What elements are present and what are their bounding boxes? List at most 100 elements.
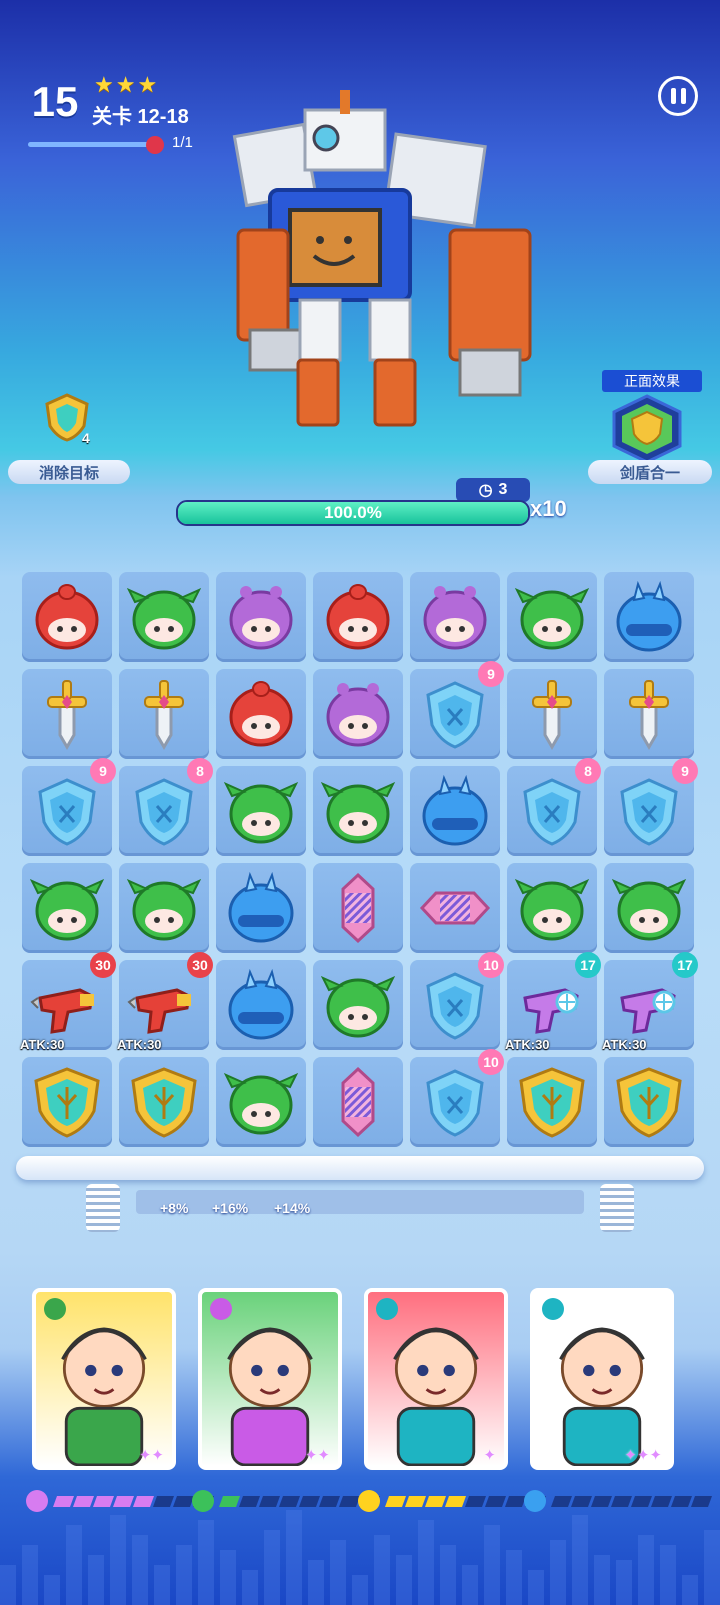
energy-segment [112, 1495, 135, 1507]
board-cell[interactable] [119, 669, 209, 759]
board-cell[interactable] [313, 960, 403, 1050]
tile-count-badge: 30 [90, 952, 116, 978]
turn-timer: ◷ 3 [456, 478, 530, 502]
board-cell[interactable] [410, 572, 500, 662]
energy-segment [590, 1495, 613, 1507]
equalizer-decoration [0, 1500, 720, 1605]
board-cell[interactable] [604, 1057, 694, 1147]
tile-count-badge: 10 [478, 1049, 504, 1075]
hero-energy-bar [524, 1490, 713, 1512]
board-cell[interactable] [604, 572, 694, 662]
hero-energy-bar [358, 1490, 547, 1512]
energy-segment [218, 1495, 241, 1507]
tile-count-badge: 8 [187, 758, 213, 784]
board-cell[interactable] [216, 669, 306, 759]
board-cell[interactable] [216, 863, 306, 953]
pause-button[interactable] [658, 76, 698, 116]
board-cell[interactable] [216, 766, 306, 856]
board-cell[interactable]: 8 [119, 758, 213, 856]
purple-tile-icon [423, 586, 487, 650]
sword-shield-effect-icon[interactable] [610, 394, 684, 464]
vrocket-tile-icon [341, 1066, 375, 1138]
energy-segment [670, 1495, 693, 1507]
hero-card-opera-warrior[interactable]: ✦✦ [32, 1288, 176, 1470]
objective-label: 消除目标 [8, 460, 130, 484]
board-cell[interactable] [119, 572, 209, 662]
tile-count-badge: 9 [672, 758, 698, 784]
board-cell[interactable] [22, 572, 112, 662]
boss-robot[interactable] [230, 80, 550, 450]
energy-segment [278, 1495, 301, 1507]
board-cell[interactable] [216, 960, 306, 1050]
energy-segment [258, 1495, 281, 1507]
energy-segment [630, 1495, 653, 1507]
board-cell[interactable] [604, 669, 694, 759]
hero-stars: ✦ [483, 1447, 496, 1464]
energy-segment [384, 1495, 407, 1507]
board-cell[interactable]: 10 [410, 1049, 504, 1147]
energy-segment [444, 1495, 467, 1507]
bonus-2: +16% [212, 1200, 249, 1216]
board-cell[interactable] [313, 572, 403, 662]
goldshield-tile-icon [519, 1067, 585, 1138]
board-cell[interactable] [604, 863, 694, 953]
board-cell[interactable] [216, 1057, 306, 1147]
board-cell[interactable] [22, 863, 112, 953]
board-cell[interactable]: 30 ATK:30 [20, 952, 116, 1052]
board-cell[interactable] [410, 863, 500, 953]
hero-card-blue-hood-boy[interactable]: ✦ [364, 1288, 508, 1470]
board-cell[interactable] [313, 766, 403, 856]
hero-card-helmet-bunny[interactable]: ✦✦✦ [530, 1288, 674, 1470]
goldshield-tile-icon [616, 1067, 682, 1138]
board-cell[interactable] [507, 669, 597, 759]
hero-card-tribal-girl[interactable]: ✦✦ [198, 1288, 342, 1470]
board-cell[interactable] [507, 863, 597, 953]
hero-portrait [227, 1327, 313, 1466]
board-cell[interactable]: 9 [604, 758, 698, 856]
tile-attack-label: ATK:30 [505, 1037, 550, 1052]
shield-tile-icon [426, 972, 484, 1040]
board-cell[interactable] [22, 669, 112, 759]
board-cell[interactable] [410, 766, 500, 856]
energy-segment [404, 1495, 427, 1507]
board-cell[interactable]: 9 [22, 758, 116, 856]
board-cell[interactable]: 10 [410, 952, 504, 1050]
green-tile-icon [224, 1073, 298, 1135]
board-cell[interactable] [507, 572, 597, 662]
board-cell[interactable] [216, 572, 306, 662]
energy-segment [650, 1495, 673, 1507]
energy-segment [504, 1495, 527, 1507]
board-cell[interactable] [22, 1057, 112, 1147]
blue-tile-icon [422, 774, 488, 846]
shield-tile-icon [38, 778, 96, 846]
board-cell[interactable]: 17 ATK:30 [505, 952, 601, 1052]
energy-segment [464, 1495, 487, 1507]
icegun-tile-icon [523, 988, 579, 1034]
board-cell[interactable] [313, 863, 403, 953]
blue-tile-icon [228, 871, 294, 943]
red-tile-icon [229, 681, 293, 747]
match-board[interactable]: 9 9 8 8 9 30 ATK:30 30 ATK:30 10 17 ATK:… [20, 572, 700, 1147]
sword-tile-icon [532, 680, 572, 750]
board-cell[interactable]: 30 ATK:30 [117, 952, 213, 1052]
stage-label: 关卡 12-18 [92, 106, 189, 128]
board-cell[interactable] [119, 863, 209, 953]
hp-percent: 100.0% [324, 503, 382, 522]
board-cell[interactable] [313, 669, 403, 759]
board-cell[interactable] [119, 1057, 209, 1147]
redgun-tile-icon [127, 988, 191, 1034]
board-cell[interactable]: 8 [507, 758, 601, 856]
shield-tile-icon [523, 778, 581, 846]
redgun-tile-icon [30, 988, 94, 1034]
board-cell[interactable]: 9 [410, 661, 504, 759]
board-cell[interactable] [313, 1057, 403, 1147]
green-tile-icon [321, 782, 395, 844]
green-tile-icon [224, 782, 298, 844]
board-shelf [16, 1156, 704, 1180]
tile-count-badge: 10 [478, 952, 504, 978]
tile-count-badge: 17 [672, 952, 698, 978]
green-tile-icon [321, 976, 395, 1038]
turn-count: 3 [498, 481, 508, 498]
board-cell[interactable]: 17 ATK:30 [602, 952, 698, 1052]
board-cell[interactable] [507, 1057, 597, 1147]
